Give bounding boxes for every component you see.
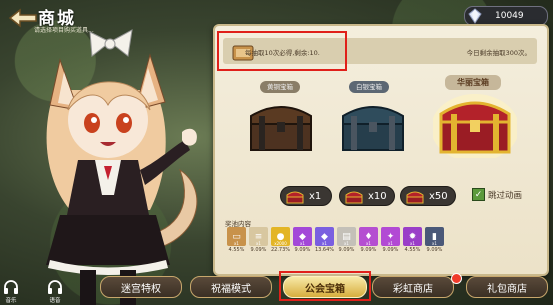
prize-quantity: x1	[388, 241, 393, 246]
prize-rate: 9.09%	[250, 247, 267, 253]
prize-quantity: x1	[256, 241, 261, 246]
tab-gift-shop[interactable]: 礼包商店	[466, 276, 548, 298]
shop-panel: 每抽取10次必得,剩余:10. 今日剩余抽取300次。 黄铜宝箱 白银宝箱 华丽…	[213, 24, 549, 276]
prize-pool-item[interactable]: ◆ x1 9.09%	[293, 227, 312, 253]
draw-x50-label: x50	[429, 190, 448, 202]
voice-label: 语音	[49, 298, 61, 304]
prize-pool-item[interactable]: ● x2000 22.73%	[271, 227, 290, 253]
tab-rainbow-shop[interactable]: 彩虹商店	[372, 276, 454, 298]
tab-blessing-mode[interactable]: 祝福模式	[190, 276, 272, 298]
prize-rate: 4.55%	[228, 247, 245, 253]
prize-pool-list: ▭ x1 4.55% ≡ x1 9.09% ● x2000 22.73% ◆ x1 9.09% ◆ x1 1…	[227, 227, 444, 253]
daily-remaining-text: 今日剩余抽取300次。	[466, 49, 531, 57]
gem-icon	[468, 8, 482, 24]
chest-small-icon	[406, 191, 424, 203]
potion-icon: ♦ x1	[359, 227, 378, 246]
prize-pool-item[interactable]: ♦ x1 9.09%	[359, 227, 378, 253]
guild-tab-highlight-box	[279, 271, 371, 301]
notification-dot	[451, 273, 462, 284]
prize-pool-item[interactable]: ◆ x1 13.64%	[315, 227, 334, 253]
currency-display: 10049	[464, 6, 548, 26]
draw-x10-button[interactable]: x10	[339, 186, 395, 206]
draw-x10-label: x10	[368, 190, 387, 202]
tab-maze-privilege[interactable]: 迷宫特权	[100, 276, 182, 298]
prize-quantity: x1	[300, 241, 305, 246]
prize-rate: 4.55%	[404, 247, 421, 253]
character-portrait	[46, 29, 198, 305]
bottom-tab-bar: 迷宫特权 祝福模式 公会宝箱 彩虹商店 礼包商店	[0, 270, 553, 305]
prize-pool-item[interactable]: ≡ x1 9.09%	[249, 227, 268, 253]
prize-quantity: x1	[322, 241, 327, 246]
torch-icon: ✦ x1	[381, 227, 400, 246]
prize-quantity: x1	[410, 241, 415, 246]
prize-quantity: x1	[366, 241, 371, 246]
prize-pool-item[interactable]: ▤ x1 9.09%	[337, 227, 356, 253]
prize-quantity: x1	[432, 241, 437, 246]
skip-animation-label: 跳过动画	[488, 190, 523, 201]
prize-pool-item[interactable]: ✦ x1 9.09%	[381, 227, 400, 253]
coin-icon: ● x2000	[271, 227, 290, 246]
prize-rate: 22.73%	[270, 247, 291, 253]
prize-pool-item[interactable]: ▮ x1 9.09%	[425, 227, 444, 253]
music-toggle[interactable]: 音乐	[0, 278, 22, 304]
draw-x1-button[interactable]: x1	[280, 186, 332, 206]
flame-icon: ✹ x1	[403, 227, 422, 246]
skip-animation-toggle[interactable]: ✓ 跳过动画	[472, 188, 522, 201]
skip-animation-checkbox[interactable]: ✓	[472, 188, 485, 201]
prize-quantity: x2000	[274, 241, 287, 246]
chest-label-brass: 黄铜宝箱	[260, 81, 300, 93]
chest-small-icon	[286, 191, 304, 203]
guarantee-highlight-box	[217, 31, 347, 71]
scroll-icon: ≡ x1	[249, 227, 268, 246]
prize-rate: 9.09%	[294, 247, 311, 253]
prize-pool-item[interactable]: ▭ x1 4.55%	[227, 227, 246, 253]
headphone-icon	[48, 280, 62, 294]
paper-icon: ▤ x1	[337, 227, 356, 246]
music-label: 音乐	[5, 298, 17, 304]
prize-rate: 13.64%	[314, 247, 335, 253]
prize-quantity: x1	[234, 241, 239, 246]
ticket-icon: ▭ x1	[227, 227, 246, 246]
crystal-icon: ◆ x1	[293, 227, 312, 246]
prize-rate: 9.09%	[426, 247, 443, 253]
draw-x1-label: x1	[309, 190, 322, 202]
prize-rate: 9.09%	[338, 247, 355, 253]
blue-crystal-icon: ◆ x1	[315, 227, 334, 246]
chest-small-icon	[345, 191, 363, 203]
luxury-chest-icon[interactable]	[433, 88, 517, 158]
prize-pool-item[interactable]: ✹ x1 4.55%	[403, 227, 422, 253]
chest-label-silver: 白银宝箱	[349, 81, 389, 93]
draw-x50-button[interactable]: x50	[400, 186, 456, 206]
brass-chest-icon[interactable]	[245, 96, 317, 154]
silver-chest-icon[interactable]	[337, 96, 409, 154]
voice-toggle[interactable]: 语音	[44, 278, 66, 304]
prize-quantity: x1	[344, 241, 349, 246]
prize-rate: 9.09%	[360, 247, 377, 253]
prize-rate: 9.09%	[382, 247, 399, 253]
headphone-icon	[4, 280, 18, 294]
card-icon: ▮ x1	[425, 227, 444, 246]
currency-amount: 10049	[495, 11, 524, 21]
